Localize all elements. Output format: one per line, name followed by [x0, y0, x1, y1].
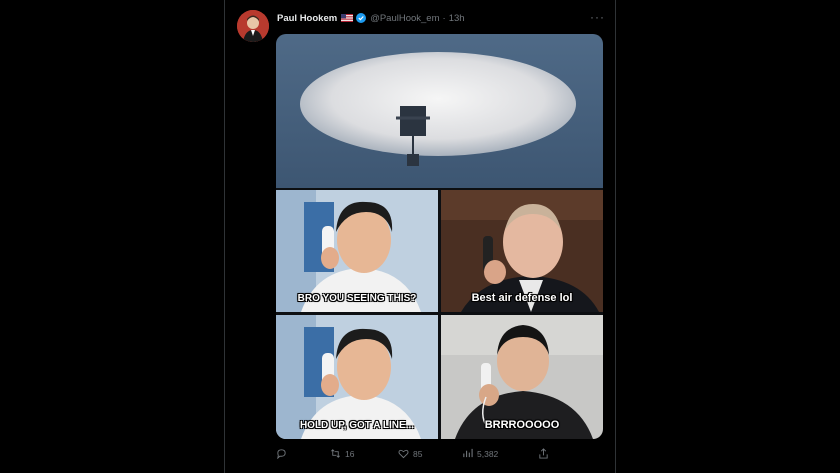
meme-caption-3: HOLD UP, GOT A LINE...: [299, 420, 415, 431]
verified-badge-icon: [356, 13, 367, 23]
us-flag-icon: [341, 14, 354, 22]
meme-caption-1: BRO YOU SEEING THIS?: [297, 293, 417, 304]
retweet-count: 16: [345, 449, 355, 459]
more-options-icon[interactable]: ···: [590, 10, 605, 24]
like-count: 85: [413, 449, 423, 459]
share-icon: [538, 447, 549, 461]
meme-caption-2: Best air defense lol: [471, 292, 573, 304]
reply-button[interactable]: [276, 448, 291, 461]
analytics-icon: [462, 448, 473, 461]
views-button[interactable]: 5,382: [462, 448, 498, 461]
tweet-header: Paul Hookem @PaulHook_em · 13h: [277, 10, 605, 26]
share-button[interactable]: [538, 447, 549, 461]
views-count: 5,382: [477, 449, 499, 459]
heart-icon: [398, 448, 409, 461]
meme-panel-2: Best air defense lol: [441, 190, 603, 312]
tweet-media[interactable]: BRO YOU SEEING THIS? Best air defense lo…: [276, 34, 603, 439]
author-handle[interactable]: @PaulHook_em: [370, 13, 439, 24]
meme-panel-3: HOLD UP, GOT A LINE...: [276, 315, 438, 439]
meme-panel-1: BRO YOU SEEING THIS?: [276, 190, 438, 312]
retweet-button[interactable]: 16: [330, 448, 354, 461]
balloon-image[interactable]: [276, 34, 603, 188]
meme-caption-4: BRRROOOOO: [484, 419, 560, 431]
retweet-icon: [330, 448, 341, 461]
reply-icon: [276, 448, 287, 461]
timestamp[interactable]: 13h: [449, 13, 465, 24]
author-name[interactable]: Paul Hookem: [277, 13, 337, 24]
tweet-card[interactable]: Paul Hookem @PaulHook_em · 13h ··· BRO Y…: [224, 0, 616, 473]
separator-dot: ·: [442, 12, 446, 24]
like-button[interactable]: 85: [398, 448, 422, 461]
avatar[interactable]: [237, 10, 269, 42]
meme-panel-4: BRRROOOOO: [441, 315, 603, 439]
tweet-actions: 16 85 5,382: [276, 446, 603, 462]
